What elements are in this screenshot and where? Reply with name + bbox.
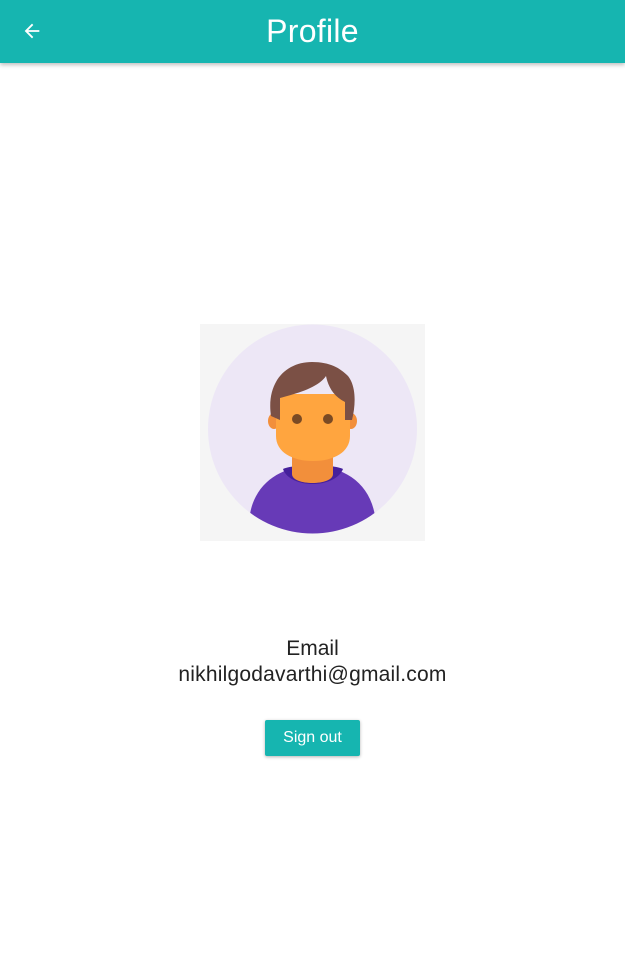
profile-info: Email nikhilgodavarthi@gmail.com — [0, 636, 625, 688]
avatar — [200, 324, 425, 541]
page-title: Profile — [266, 13, 359, 49]
user-avatar-icon — [208, 324, 417, 534]
sign-out-button[interactable]: Sign out — [265, 720, 360, 756]
back-button[interactable] — [14, 13, 50, 49]
arrow-left-icon — [24, 23, 40, 39]
email-label: Email — [286, 637, 339, 660]
email-value: nikhilgodavarthi@gmail.com — [178, 663, 447, 686]
app-bar: Profile — [0, 0, 625, 63]
